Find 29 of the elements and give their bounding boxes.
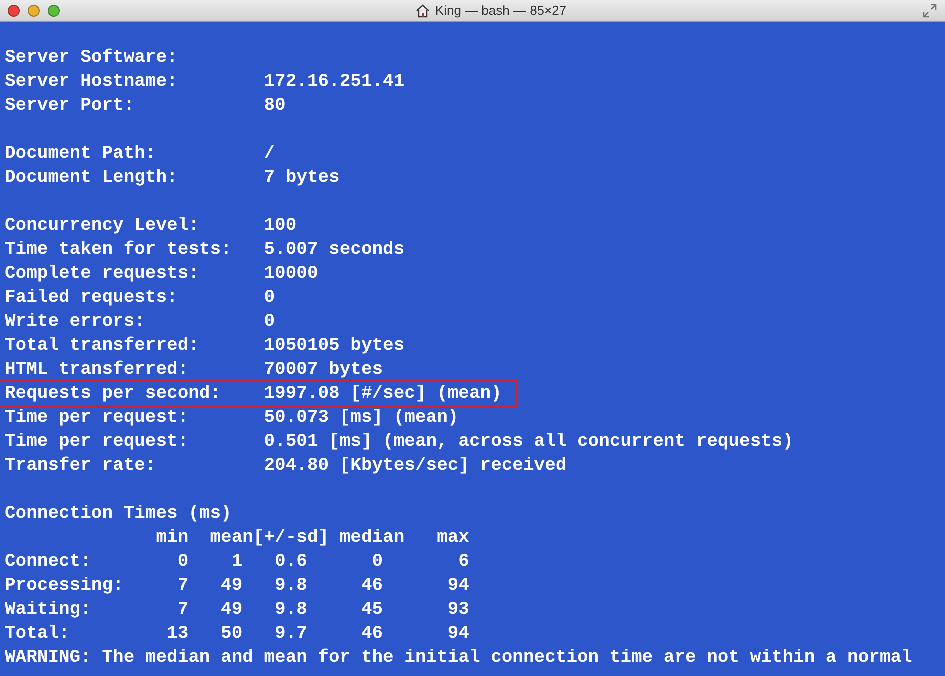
terminal-line: Server Hostname: 172.16.251.41	[5, 71, 405, 94]
terminal-line: Write errors: 0	[5, 311, 276, 334]
close-button[interactable]	[8, 4, 20, 16]
terminal-line: Server Port: 80	[5, 95, 286, 118]
home-icon	[416, 4, 430, 18]
terminal-line: min mean[+/-sd] median max	[155, 527, 470, 550]
fullscreen-icon[interactable]	[923, 4, 937, 18]
terminal-line: Processing: 7 49 9.8 46 94	[5, 575, 470, 598]
terminal-line: Concurrency Level: 100	[5, 215, 297, 238]
terminal-line: Transfer rate: 204.80 [Kbytes/sec] received	[5, 455, 567, 478]
terminal-line: Total: 13 50 9.7 46 94	[5, 623, 470, 646]
window-title: King — bash — 85×27	[435, 3, 567, 18]
terminal-line: Document Length: 7 bytes	[5, 167, 340, 190]
terminal-line: Time taken for tests: 5.007 seconds	[5, 239, 405, 262]
terminal-line: Waiting: 7 49 9.8 45 93	[5, 599, 470, 622]
terminal-line: Failed requests: 0	[5, 287, 276, 310]
terminal-line: Complete requests: 10000	[5, 263, 318, 286]
terminal-line: Server Software:	[5, 47, 178, 70]
terminal-line: WARNING: The median and mean for the initial connection time are not within a normal	[5, 647, 912, 670]
terminal-line: Time per request: 50.073 [ms] (mean)	[5, 407, 459, 430]
terminal-line: Connect: 0 1 0.6 0 6	[5, 551, 470, 574]
terminal-line: Time per request: 0.501 [ms] (mean, across all concurrent requests)	[5, 431, 794, 454]
terminal-line: Document Path: /	[5, 143, 276, 166]
terminal-line: Requests per second: 1997.08 [#/sec] (mean)	[0, 382, 516, 406]
terminal-line: HTML transferred: 70007 bytes	[5, 359, 384, 382]
terminal-line: Total transferred: 1050105 bytes	[5, 335, 405, 358]
zoom-button[interactable]	[48, 4, 60, 16]
minimize-button[interactable]	[28, 4, 40, 16]
terminal-line: Connection Times (ms)	[5, 503, 232, 526]
